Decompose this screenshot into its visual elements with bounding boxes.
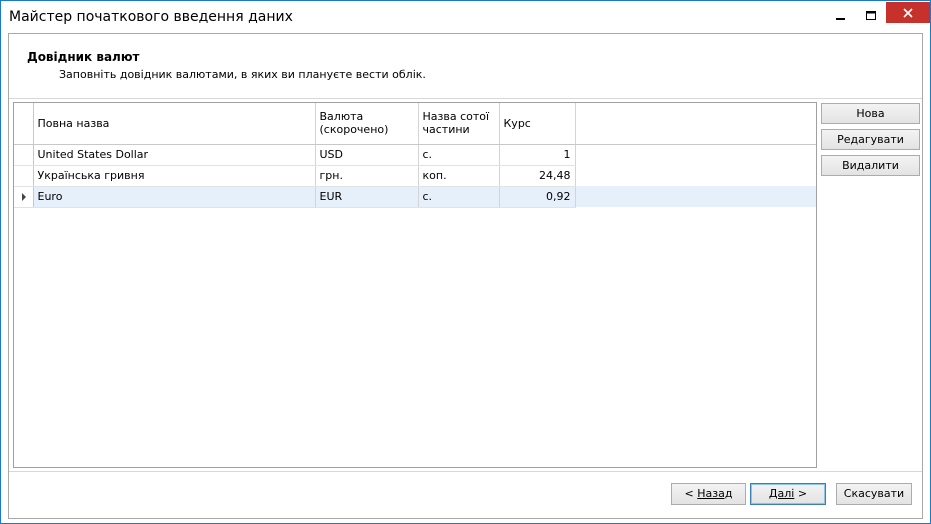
table-row-selected[interactable]: Euro EUR с. 0,92	[14, 186, 816, 208]
row-filler	[575, 144, 816, 165]
next-button[interactable]: Далі >	[750, 483, 826, 505]
close-button[interactable]	[886, 2, 930, 23]
row-filler	[575, 165, 816, 186]
minimize-icon	[836, 18, 845, 20]
page-title: Довідник валют	[27, 50, 140, 64]
column-header-rate[interactable]: Курс	[499, 103, 576, 145]
back-button-label: Назад	[697, 487, 733, 500]
currency-grid[interactable]: Повна назва Валюта (скорочено) Назва сот…	[13, 102, 817, 468]
column-header-subunit[interactable]: Назва сотої частини	[418, 103, 500, 145]
title-bar[interactable]: Майстер початкового введення даних	[1, 1, 930, 33]
footer-divider	[9, 471, 922, 472]
delete-currency-button[interactable]: Видалити	[821, 155, 920, 176]
cell-rate[interactable]: 0,92	[499, 186, 576, 208]
cell-code[interactable]: USD	[315, 144, 419, 166]
cell-subunit[interactable]: с.	[418, 144, 500, 166]
column-header-code[interactable]: Валюта (скорочено)	[315, 103, 419, 145]
table-header-row: Повна назва Валюта (скорочено) Назва сот…	[14, 103, 816, 145]
window-title: Майстер початкового введення даних	[9, 9, 293, 25]
header-filler	[575, 103, 816, 145]
cell-full-name[interactable]: Українська гривня	[33, 165, 316, 187]
minimize-button[interactable]	[826, 1, 856, 31]
next-button-label: Далі	[768, 487, 795, 500]
cell-full-name[interactable]: United States Dollar	[33, 144, 316, 166]
row-indicator[interactable]	[14, 186, 34, 208]
cell-subunit[interactable]: с.	[418, 186, 500, 208]
cell-rate[interactable]: 24,48	[499, 165, 576, 187]
maximize-icon	[866, 11, 876, 20]
maximize-button[interactable]	[856, 1, 886, 31]
cancel-button[interactable]: Скасувати	[836, 483, 912, 505]
page-subtitle: Заповніть довідник валютами, в яких ви п…	[59, 68, 426, 81]
currency-table: Повна назва Валюта (скорочено) Назва сот…	[14, 103, 816, 208]
cell-code[interactable]: EUR	[315, 186, 419, 208]
edit-currency-button[interactable]: Редагувати	[821, 129, 920, 150]
back-button-prefix: <	[684, 487, 698, 500]
wizard-client-area: Довідник валют Заповніть довідник валюта…	[8, 33, 923, 519]
wizard-header: Довідник валют Заповніть довідник валюта…	[9, 34, 922, 99]
row-pointer-icon	[22, 192, 26, 201]
new-currency-button[interactable]: Нова	[821, 103, 920, 124]
row-filler	[575, 186, 816, 207]
cell-code[interactable]: грн.	[315, 165, 419, 187]
row-indicator[interactable]	[14, 165, 34, 187]
row-indicator-header	[14, 103, 34, 145]
wizard-window: Майстер початкового введення даних Довід…	[0, 0, 931, 524]
table-row[interactable]: United States Dollar USD с. 1	[14, 144, 816, 166]
cell-full-name[interactable]: Euro	[33, 186, 316, 208]
back-button[interactable]: < Назад	[671, 483, 746, 505]
table-row[interactable]: Українська гривня грн. коп. 24,48	[14, 165, 816, 187]
cell-subunit[interactable]: коп.	[418, 165, 500, 187]
window-controls	[826, 1, 930, 31]
row-indicator[interactable]	[14, 144, 34, 166]
next-button-suffix: >	[794, 487, 808, 500]
column-header-full-name[interactable]: Повна назва	[33, 103, 316, 145]
close-icon	[903, 7, 913, 18]
cell-rate[interactable]: 1	[499, 144, 576, 166]
